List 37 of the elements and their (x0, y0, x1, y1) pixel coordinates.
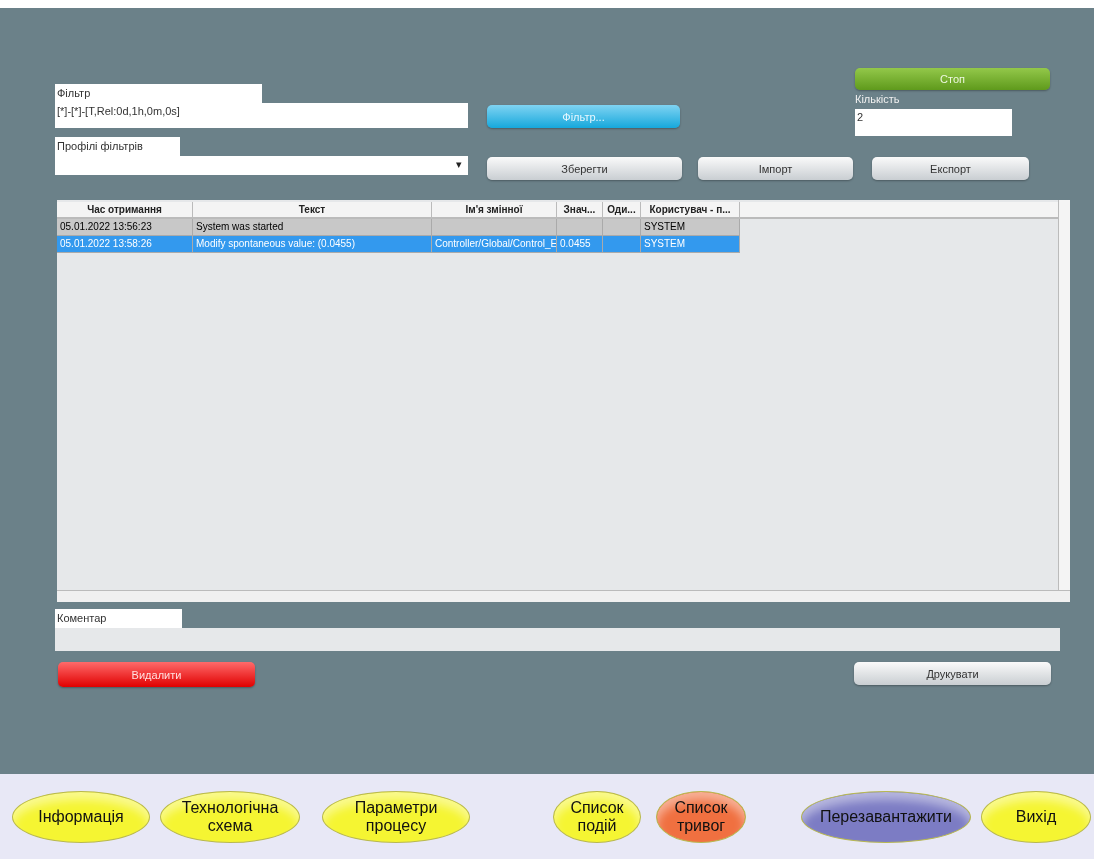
table-cell: System was started (196, 221, 284, 232)
nav-button[interactable]: Вихід (981, 790, 1091, 843)
filter-profiles-label: Профілі фільтрів (55, 137, 180, 156)
table-cell: 05.01.2022 13:58:26 (60, 238, 152, 249)
nav-button[interactable]: Список тривог (656, 790, 746, 843)
table-cell: SYSTEM (644, 238, 686, 249)
comment-label: Коментар (55, 609, 182, 628)
count-field[interactable]: 2 (855, 109, 1012, 136)
nav-button[interactable]: Інформація (12, 790, 150, 843)
action-button[interactable]: Імпорт (698, 157, 853, 180)
delete-button[interactable]: Видалити (58, 662, 255, 687)
column-header[interactable]: Час отримання (57, 202, 193, 217)
horizontal-scrollbar[interactable] (57, 590, 1070, 602)
column-header[interactable]: Знач... (557, 202, 603, 217)
filter-profiles-dropdown[interactable]: ▾ (55, 156, 468, 175)
table-cell: SYSTEM (644, 221, 686, 232)
count-label: Кількість (855, 93, 900, 105)
table-cell: 0.0455 (560, 238, 591, 249)
table-cell: Controller/Global/Control_E (435, 238, 556, 249)
table-row[interactable]: 05.01.2022 13:56:23 System was started SYSTEM (57, 219, 740, 236)
column-header[interactable]: Оди... (603, 202, 641, 217)
action-button[interactable]: Зберегти (487, 157, 682, 180)
print-button[interactable]: Друкувати (854, 662, 1051, 685)
column-header[interactable]: Текст (193, 202, 432, 217)
comment-field[interactable] (55, 628, 1060, 651)
nav-button[interactable]: Перезавантажити (801, 790, 971, 843)
vertical-scrollbar[interactable] (1058, 200, 1070, 590)
column-header[interactable]: Користувач - п... (641, 202, 740, 217)
column-header[interactable]: Ім'я змінної (432, 202, 557, 217)
filter-label: Фільтр (55, 84, 262, 103)
action-button[interactable]: Експорт (872, 157, 1029, 180)
filter-field[interactable]: [*]-[*]-[T,Rel:0d,1h,0m,0s] (55, 103, 468, 128)
table-cell: 05.01.2022 13:56:23 (60, 221, 152, 232)
nav-button[interactable]: Параметри процесу (322, 790, 470, 843)
table-cell: Modify spontaneous value: (0.0455) (196, 238, 355, 249)
nav-button[interactable]: Технологічна схема (160, 790, 300, 843)
nav-button[interactable]: Список подій (553, 790, 641, 843)
